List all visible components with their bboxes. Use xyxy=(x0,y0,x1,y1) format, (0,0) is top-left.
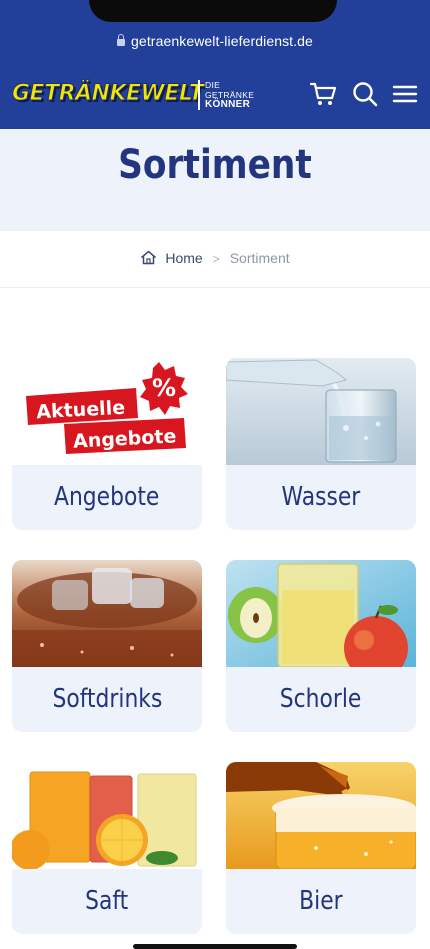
juice-photo xyxy=(12,762,202,869)
wasser-image xyxy=(226,358,416,465)
water-photo xyxy=(226,358,416,465)
schorle-image xyxy=(226,560,416,667)
category-card-softdrinks[interactable]: Softdrinks xyxy=(12,560,202,732)
breadcrumb-home-link[interactable]: Home xyxy=(165,250,202,266)
category-label-text: Wasser xyxy=(281,482,361,512)
cart-icon xyxy=(309,82,337,105)
beer-photo xyxy=(226,762,416,869)
schorle-photo xyxy=(226,560,416,667)
category-card-angebote[interactable]: % Aktuelle Angebote Angebote xyxy=(12,358,202,530)
tagline-line3: KÖNNER xyxy=(205,99,251,110)
tagline: DIE GETRÄNKE KÖNNER xyxy=(205,80,254,110)
category-label: Angebote xyxy=(12,465,202,530)
menu-button[interactable] xyxy=(391,80,419,108)
cart-button[interactable] xyxy=(309,80,337,108)
softdrinks-image xyxy=(12,560,202,667)
category-label-text: Angebote xyxy=(54,482,160,512)
home-indicator xyxy=(133,944,297,949)
logo-wordmark: GETRÄNKEWELT xyxy=(11,81,204,107)
bier-image xyxy=(226,762,416,869)
search-icon xyxy=(353,82,378,107)
address-bar[interactable]: getraenkewelt-lieferdienst.de xyxy=(0,33,430,49)
breadcrumb-separator: > xyxy=(212,252,220,266)
breadcrumb: Home > Sortiment xyxy=(0,250,430,266)
category-label-text: Bier xyxy=(299,886,343,916)
lock-icon xyxy=(117,34,126,46)
breadcrumb-current: Sortiment xyxy=(229,250,290,266)
angebote-image: % Aktuelle Angebote xyxy=(12,358,202,465)
category-label: Wasser xyxy=(226,465,416,530)
category-label: Bier xyxy=(226,869,416,934)
offer-percent-symbol: % xyxy=(152,374,176,402)
offer-badge-graphic: % Aktuelle Angebote xyxy=(26,362,188,454)
url-text: getraenkewelt-lieferdienst.de xyxy=(131,33,313,49)
brand-logo[interactable]: GETRÄNKEWELT xyxy=(11,78,204,110)
category-label: Saft xyxy=(12,869,202,934)
softdrinks-photo xyxy=(12,560,202,667)
logo-divider xyxy=(198,80,200,110)
category-label-text: Saft xyxy=(85,886,129,916)
category-card-saft[interactable]: Saft xyxy=(12,762,202,934)
offer-badge-line1: Aktuelle xyxy=(36,397,126,424)
search-button[interactable] xyxy=(351,80,379,108)
category-label: Softdrinks xyxy=(12,667,202,732)
category-card-bier[interactable]: Bier xyxy=(226,762,416,934)
category-label-text: Schorle xyxy=(280,684,362,714)
category-label: Schorle xyxy=(226,667,416,732)
category-card-wasser[interactable]: Wasser xyxy=(226,358,416,530)
category-label-text: Softdrinks xyxy=(52,684,162,714)
device-notch xyxy=(89,0,337,22)
saft-image xyxy=(12,762,202,869)
category-card-schorle[interactable]: Schorle xyxy=(226,560,416,732)
menu-icon xyxy=(392,85,418,103)
page-title: Sortiment xyxy=(118,142,312,188)
home-icon[interactable] xyxy=(140,250,157,265)
